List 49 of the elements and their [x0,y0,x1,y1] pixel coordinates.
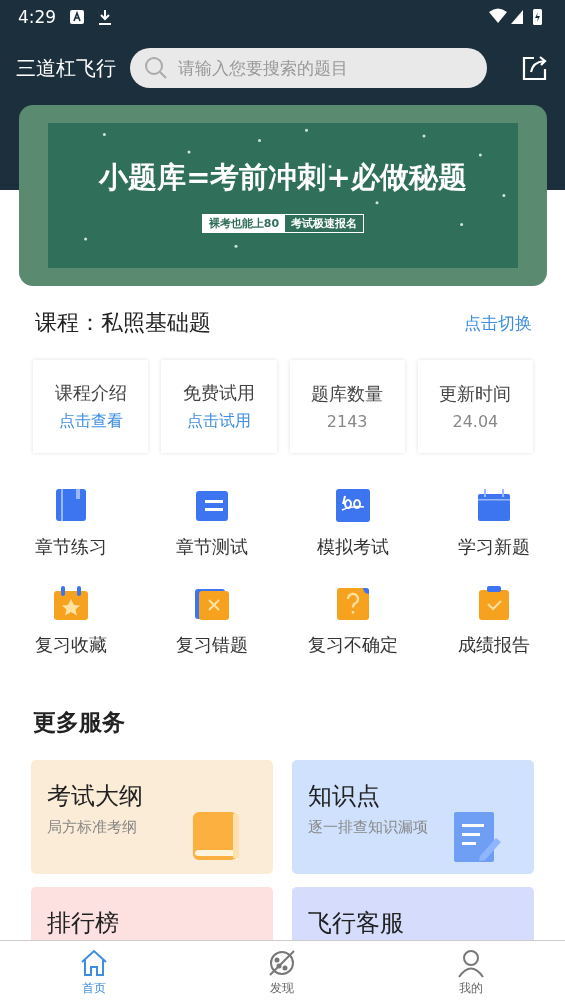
service-title: 排行榜 [47,908,120,939]
keyboard-a-icon [70,10,85,24]
banner-headline: 小题库=考前冲刺+必做秘题 [99,159,467,196]
search-bar[interactable]: 请输入您要搜索的题目 [130,48,487,88]
info-value: 24.04 [452,412,499,431]
service-card[interactable]: 考试大纲 局方标准考纲 [31,760,273,874]
user-icon [455,948,486,978]
banner-tag: 裸考也能上80 [202,215,286,232]
service-title: 知识点 [308,781,381,812]
info-link[interactable]: 点击查看 [58,411,123,432]
nav-tab[interactable]: 我的 [376,941,565,1004]
service-card[interactable]: 排行榜 [31,887,273,940]
planet-icon [267,948,298,978]
feature-label[interactable]: 学习新题 [458,535,531,559]
share-icon[interactable] [521,54,549,82]
banner-tag: 考试极速报名 [285,215,364,232]
app-title: 三道杠飞行 [16,54,116,82]
info-card[interactable]: 题库数量 2143 [289,360,405,453]
info-value: 2143 [326,412,368,431]
service-card[interactable]: 知识点 逐一排查知识漏项 [292,760,534,874]
section-title: 更多服务 [32,708,126,737]
nav-tab[interactable]: 发现 [188,941,377,1004]
download-icon [98,9,113,25]
info-title: 更新时间 [439,382,512,406]
nav-tab[interactable]: 首页 [0,941,189,1004]
feature-label[interactable]: 成绩报告 [458,633,531,657]
service-title: 考试大纲 [47,781,144,812]
search-input[interactable]: 请输入您要搜索的题目 [176,57,473,79]
feature-label[interactable]: 章节练习 [34,535,107,559]
feature-label[interactable]: 复习不确定 [308,633,399,657]
info-card[interactable]: 免费试用 点击试用 [161,360,277,453]
service-subtitle: 逐一排查知识漏项 [308,818,429,837]
info-card[interactable]: 更新时间 24.04 [417,360,533,453]
info-title: 免费试用 [182,381,255,405]
service-card[interactable]: 飞行客服 [292,887,534,940]
status-time: 4:29 [18,7,57,27]
feature-label[interactable]: 复习收藏 [34,633,107,657]
info-link[interactable]: 点击试用 [186,411,251,432]
course-title: 课程：私照基础题 [35,309,211,337]
info-title: 题库数量 [311,382,384,406]
search-icon [144,56,168,80]
info-card[interactable]: 课程介绍 点击查看 [33,360,149,453]
info-title: 课程介绍 [54,381,127,405]
service-title: 飞行客服 [308,908,405,939]
promo-banner[interactable]: 小题库=考前冲刺+必做秘题 裸考也能上80 考试极速报名 [19,105,547,286]
service-subtitle: 局方标准考纲 [47,818,138,837]
feature-label[interactable]: 模拟考试 [317,535,390,559]
feature-label[interactable]: 章节测试 [175,535,248,559]
feature-label[interactable]: 复习错题 [175,633,248,657]
